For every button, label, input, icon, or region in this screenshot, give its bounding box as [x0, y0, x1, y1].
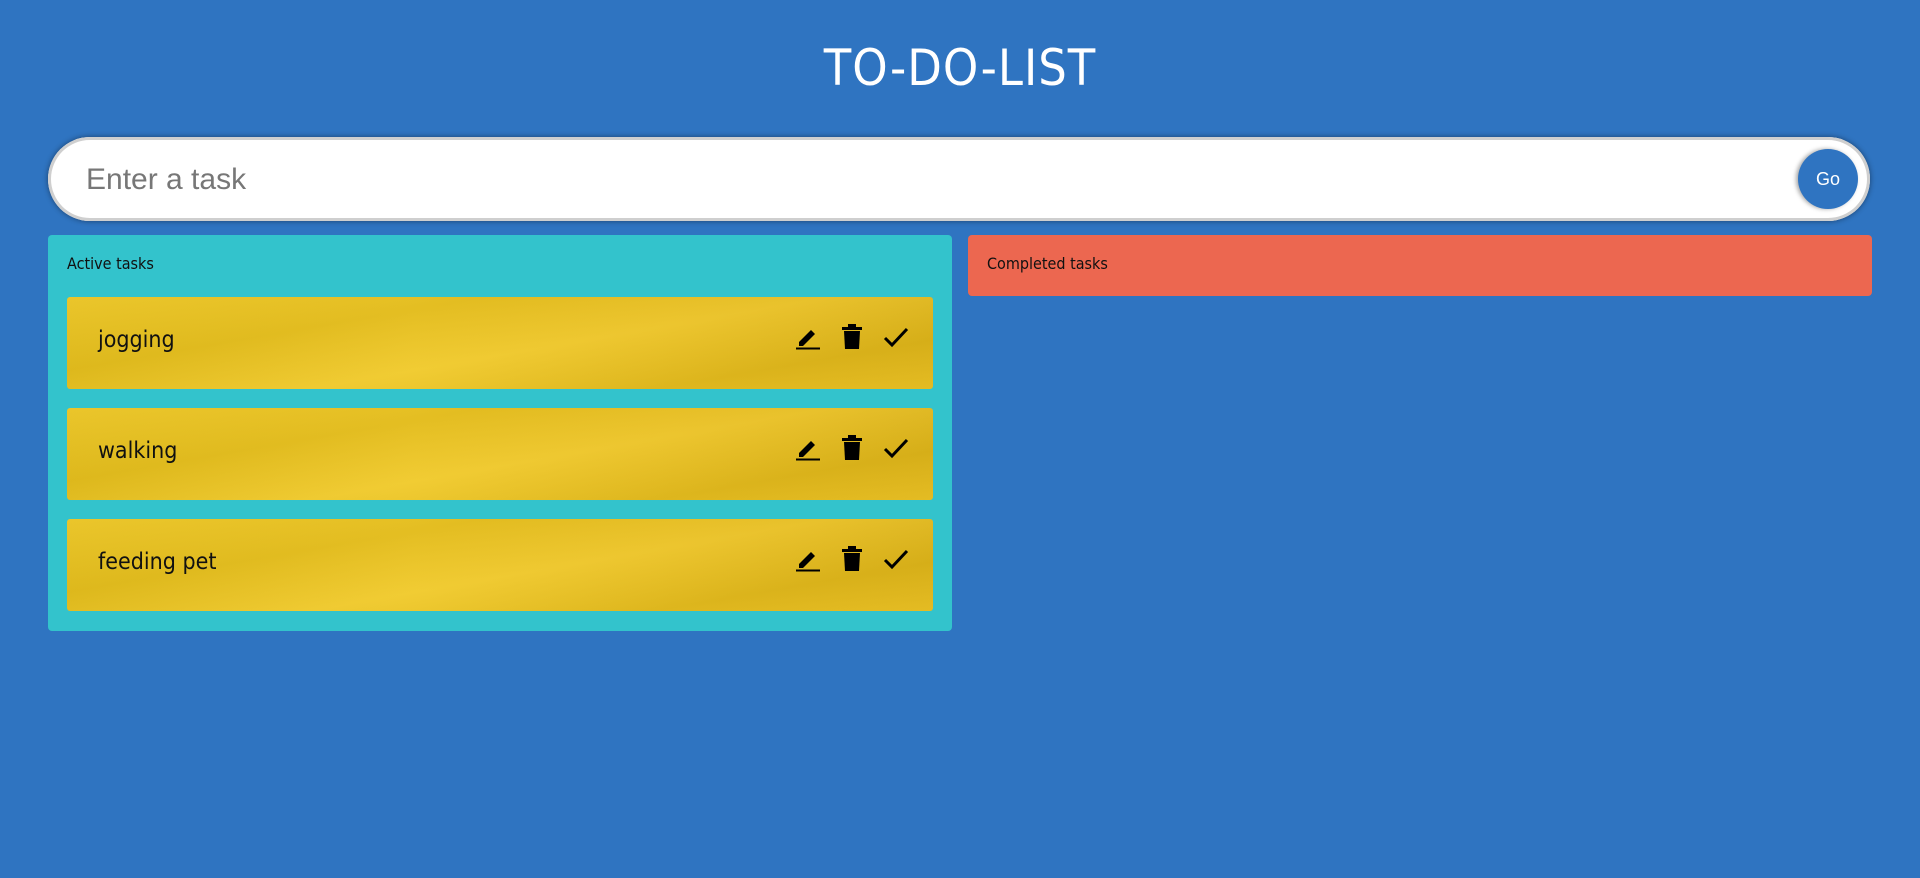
trash-icon[interactable]: [839, 545, 865, 573]
task-item: jogging: [67, 297, 933, 389]
check-icon[interactable]: [883, 323, 909, 351]
trash-icon[interactable]: [839, 323, 865, 351]
task-entry-bar: Go: [48, 137, 1870, 223]
active-tasks-panel: Active tasks jogging walking feeding pet: [48, 235, 952, 631]
edit-icon[interactable]: [795, 545, 821, 573]
task-item: feeding pet: [67, 519, 933, 611]
completed-tasks-panel: Completed tasks: [968, 235, 1872, 296]
todo-app: TO-DO-LIST Go Active tasks jogging w: [0, 0, 1920, 878]
edit-icon[interactable]: [795, 323, 821, 351]
task-item: walking: [67, 408, 933, 500]
task-label: feeding pet: [98, 549, 217, 575]
check-icon[interactable]: [883, 545, 909, 573]
active-tasks-heading: Active tasks: [67, 254, 154, 273]
check-icon[interactable]: [883, 434, 909, 462]
task-label: walking: [98, 438, 178, 464]
page-title: TO-DO-LIST: [823, 39, 1097, 97]
task-actions: [795, 545, 909, 573]
task-label: jogging: [98, 327, 175, 353]
edit-icon[interactable]: [795, 434, 821, 462]
task-input[interactable]: [84, 137, 1788, 223]
completed-tasks-heading: Completed tasks: [987, 254, 1108, 273]
go-button[interactable]: Go: [1798, 149, 1858, 209]
task-actions: [795, 434, 909, 462]
task-actions: [795, 323, 909, 351]
trash-icon[interactable]: [839, 434, 865, 462]
